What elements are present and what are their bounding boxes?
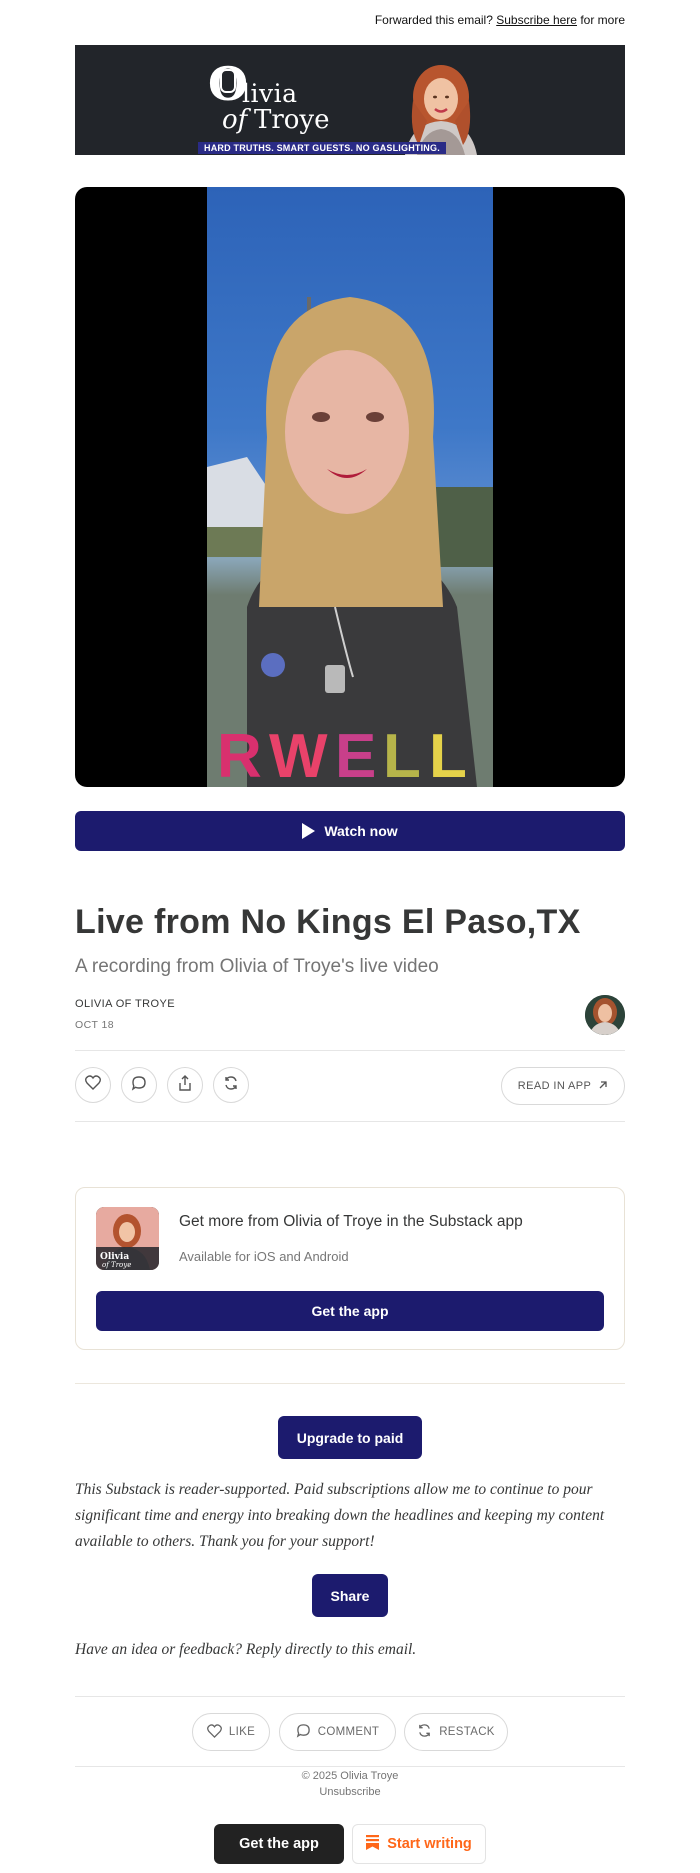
svg-text:W: W [269,722,328,787]
comment-icon [131,1075,147,1096]
support-paragraph: This Substack is reader-supported. Paid … [75,1481,605,1550]
watch-now-button[interactable]: Watch now [75,811,625,851]
like-pill-button[interactable]: LIKE [192,1713,270,1751]
divider [75,1121,625,1122]
start-writing-button[interactable]: Start writing [352,1824,486,1864]
brand-troye: Troye [254,105,330,135]
comment-label: COMMENT [317,1726,380,1738]
comment-icon [296,1723,311,1741]
forward-suffix: for more [580,13,625,27]
app-promo-card: Olivia of Troye Get more from Olivia of … [75,1187,625,1350]
post-date: OCT 18 [75,1019,114,1031]
app-card-title: Get more from Olivia of Troye in the Sub… [179,1213,523,1230]
forward-prefix: Forwarded this email? [374,13,493,27]
substack-logo-icon [366,1834,380,1854]
heart-icon [206,1723,222,1741]
play-icon [302,823,316,839]
svg-text:of Troye: of Troye [102,1261,131,1269]
restack-pill-button[interactable]: RESTACK [404,1713,508,1751]
brand-livia: livia [242,79,298,108]
host-portrait [397,61,485,155]
get-the-app-footer-button[interactable]: Get the app [214,1824,344,1864]
svg-text:E: E [335,722,376,787]
heart-icon [85,1075,101,1095]
header-banner[interactable]: O livia of Troye HARD TRUTHS. SMART GUES… [75,45,625,155]
svg-text:R: R [217,722,262,787]
restack-icon [223,1075,239,1096]
unsubscribe-link[interactable]: Unsubscribe [0,1786,700,1798]
read-in-app-label: READ IN APP [517,1080,592,1092]
microphone-icon [220,69,236,93]
restack-button[interactable] [213,1067,249,1103]
forward-notice: Forwarded this email? Subscribe here for… [375,13,625,27]
post-subtitle: A recording from Olivia of Troye's live … [75,956,439,977]
subscribe-link[interactable]: Subscribe here [496,13,577,27]
get-the-app-button[interactable]: Get the app [96,1291,604,1331]
like-button[interactable] [75,1067,111,1103]
arrow-up-right-icon [598,1080,608,1093]
restack-label: RESTACK [439,1726,495,1738]
banner-tagline: HARD TRUTHS. SMART GUESTS. NO GASLIGHTIN… [198,142,446,154]
video-thumbnail[interactable]: R W E L L [75,187,625,787]
restack-icon [417,1723,432,1741]
brand-of: of [222,105,248,135]
feedback-note: Have an idea or feedback? Reply directly… [75,1641,417,1658]
divider [75,1050,625,1051]
comment-pill-button[interactable]: COMMENT [279,1713,396,1751]
divider [75,1383,625,1384]
post-author[interactable]: OLIVIA OF TROYE [75,998,175,1010]
upgrade-to-paid-button[interactable]: Upgrade to paid [278,1416,422,1459]
watch-now-label: Watch now [324,823,398,839]
share-icon-button[interactable] [167,1067,203,1103]
post-title[interactable]: Live from No Kings El Paso,TX [75,903,581,942]
share-icon [177,1074,193,1096]
read-in-app-button[interactable]: READ IN APP [501,1067,625,1105]
start-writing-label: Start writing [387,1836,472,1852]
share-button[interactable]: Share [312,1574,388,1617]
app-icon: Olivia of Troye [96,1207,159,1270]
app-card-subtitle: Available for iOS and Android [179,1249,349,1264]
svg-text:L: L [429,722,467,787]
divider [75,1696,625,1697]
divider [75,1766,625,1767]
like-label: LIKE [228,1726,256,1738]
author-avatar[interactable] [585,995,625,1035]
svg-text:L: L [383,722,421,787]
comment-button[interactable] [121,1067,157,1103]
video-frame: R W E L L [207,187,493,787]
copyright: © 2025 Olivia Troye [301,1770,399,1782]
